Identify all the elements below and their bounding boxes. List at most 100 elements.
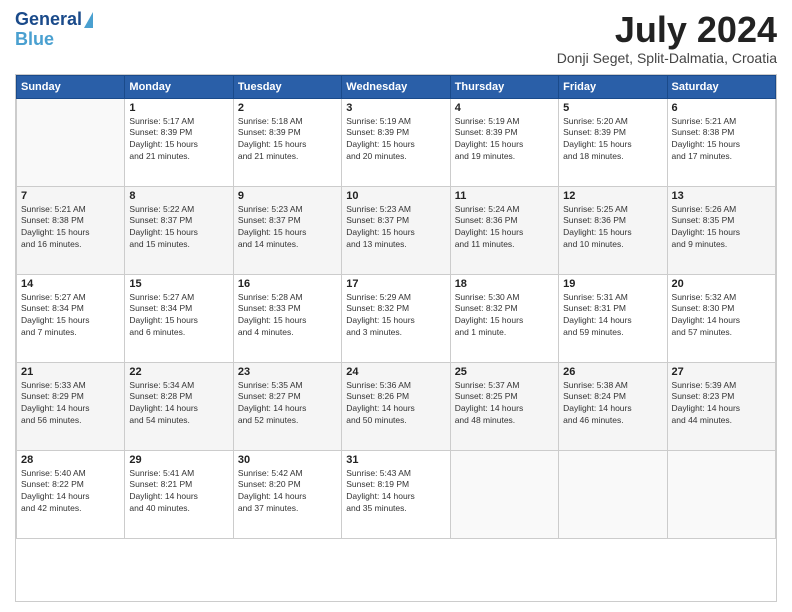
logo-triangle-icon — [84, 12, 93, 28]
calendar-cell: 30 Sunrise: 5:42 AM Sunset: 8:20 PM Dayli… — [233, 450, 341, 538]
calendar: Sunday Monday Tuesday Wednesday Thursday… — [15, 74, 777, 602]
calendar-cell — [667, 450, 775, 538]
calendar-cell: 28Sunrise: 5:40 AM Sunset: 8:22 PM Dayli… — [17, 450, 125, 538]
day-number: 7 — [21, 190, 120, 202]
cell-info: Sunrise: 5:38 AM Sunset: 8:24 PM Dayligh… — [563, 380, 662, 428]
day-number: 31 — [346, 454, 445, 466]
calendar-cell: 12Sunrise: 5:25 AM Sunset: 8:36 PM Dayli… — [559, 186, 667, 274]
calendar-cell: 9 Sunrise: 5:23 AM Sunset: 8:37 PM Daylig… — [233, 186, 341, 274]
day-number: 10 — [346, 190, 445, 202]
page: General Blue July 2024 Donji Seget, Spli… — [0, 0, 792, 612]
day-number: 1 — [129, 102, 228, 114]
calendar-cell: 1 Sunrise: 5:17 AM Sunset: 8:39 PM Daylig… — [125, 98, 233, 186]
header: General Blue July 2024 Donji Seget, Spli… — [15, 10, 777, 66]
calendar-week-row: 28Sunrise: 5:40 AM Sunset: 8:22 PM Dayli… — [17, 450, 776, 538]
cell-info: Sunrise: 5:28 AM Sunset: 8:33 PM Dayligh… — [238, 292, 337, 340]
col-friday: Friday — [559, 75, 667, 98]
calendar-cell: 8 Sunrise: 5:22 AM Sunset: 8:37 PM Daylig… — [125, 186, 233, 274]
calendar-cell — [559, 450, 667, 538]
day-number: 29 — [129, 454, 228, 466]
month-year-title: July 2024 — [557, 10, 777, 50]
calendar-cell: 21 Sunrise: 5:33 AM Sunset: 8:29 PM Dayli… — [17, 362, 125, 450]
calendar-cell: 3Sunrise: 5:19 AM Sunset: 8:39 PM Daylig… — [342, 98, 450, 186]
cell-info: Sunrise: 5:17 AM Sunset: 8:39 PM Dayligh… — [129, 116, 228, 164]
day-number: 26 — [563, 366, 662, 378]
calendar-cell: 15 Sunrise: 5:27 AM Sunset: 8:34 PM Dayli… — [125, 274, 233, 362]
cell-info: Sunrise: 5:36 AM Sunset: 8:26 PM Dayligh… — [346, 380, 445, 428]
cell-info: Sunrise: 5:42 AM Sunset: 8:20 PM Dayligh… — [238, 468, 337, 516]
calendar-cell: 14Sunrise: 5:27 AM Sunset: 8:34 PM Dayli… — [17, 274, 125, 362]
day-number: 21 — [21, 366, 120, 378]
day-number: 19 — [563, 278, 662, 290]
calendar-week-row: 14Sunrise: 5:27 AM Sunset: 8:34 PM Dayli… — [17, 274, 776, 362]
cell-info: Sunrise: 5:22 AM Sunset: 8:37 PM Dayligh… — [129, 204, 228, 252]
cell-info: Sunrise: 5:27 AM Sunset: 8:34 PM Dayligh… — [129, 292, 228, 340]
day-number: 27 — [672, 366, 771, 378]
day-number: 13 — [672, 190, 771, 202]
cell-info: Sunrise: 5:43 AM Sunset: 8:19 PM Dayligh… — [346, 468, 445, 516]
calendar-cell: 7 Sunrise: 5:21 AM Sunset: 8:38 PM Daylig… — [17, 186, 125, 274]
calendar-cell: 20 Sunrise: 5:32 AM Sunset: 8:30 PM Dayli… — [667, 274, 775, 362]
cell-info: Sunrise: 5:32 AM Sunset: 8:30 PM Dayligh… — [672, 292, 771, 340]
col-saturday: Saturday — [667, 75, 775, 98]
cell-info: Sunrise: 5:21 AM Sunset: 8:38 PM Dayligh… — [21, 204, 120, 252]
calendar-cell: 22 Sunrise: 5:34 AM Sunset: 8:28 PM Dayli… — [125, 362, 233, 450]
day-number: 8 — [129, 190, 228, 202]
calendar-body: 1 Sunrise: 5:17 AM Sunset: 8:39 PM Daylig… — [17, 98, 776, 538]
cell-info: Sunrise: 5:39 AM Sunset: 8:23 PM Dayligh… — [672, 380, 771, 428]
calendar-cell: 11Sunrise: 5:24 AM Sunset: 8:36 PM Dayli… — [450, 186, 558, 274]
cell-info: Sunrise: 5:26 AM Sunset: 8:35 PM Dayligh… — [672, 204, 771, 252]
calendar-cell: 5 Sunrise: 5:20 AM Sunset: 8:39 PM Daylig… — [559, 98, 667, 186]
day-number: 23 — [238, 366, 337, 378]
calendar-week-row: 7 Sunrise: 5:21 AM Sunset: 8:38 PM Daylig… — [17, 186, 776, 274]
col-thursday: Thursday — [450, 75, 558, 98]
cell-info: Sunrise: 5:31 AM Sunset: 8:31 PM Dayligh… — [563, 292, 662, 340]
cell-info: Sunrise: 5:23 AM Sunset: 8:37 PM Dayligh… — [346, 204, 445, 252]
logo-text: General — [15, 10, 93, 30]
day-number: 5 — [563, 102, 662, 114]
day-number: 22 — [129, 366, 228, 378]
cell-info: Sunrise: 5:18 AM Sunset: 8:39 PM Dayligh… — [238, 116, 337, 164]
cell-info: Sunrise: 5:41 AM Sunset: 8:21 PM Dayligh… — [129, 468, 228, 516]
calendar-cell: 6Sunrise: 5:21 AM Sunset: 8:38 PM Daylig… — [667, 98, 775, 186]
cell-info: Sunrise: 5:34 AM Sunset: 8:28 PM Dayligh… — [129, 380, 228, 428]
cell-info: Sunrise: 5:19 AM Sunset: 8:39 PM Dayligh… — [455, 116, 554, 164]
calendar-cell: 23 Sunrise: 5:35 AM Sunset: 8:27 PM Dayli… — [233, 362, 341, 450]
cell-info: Sunrise: 5:29 AM Sunset: 8:32 PM Dayligh… — [346, 292, 445, 340]
col-monday: Monday — [125, 75, 233, 98]
calendar-cell — [17, 98, 125, 186]
cell-info: Sunrise: 5:21 AM Sunset: 8:38 PM Dayligh… — [672, 116, 771, 164]
cell-info: Sunrise: 5:23 AM Sunset: 8:37 PM Dayligh… — [238, 204, 337, 252]
calendar-week-row: 21 Sunrise: 5:33 AM Sunset: 8:29 PM Dayli… — [17, 362, 776, 450]
calendar-cell: 25Sunrise: 5:37 AM Sunset: 8:25 PM Dayli… — [450, 362, 558, 450]
cell-info: Sunrise: 5:33 AM Sunset: 8:29 PM Dayligh… — [21, 380, 120, 428]
col-wednesday: Wednesday — [342, 75, 450, 98]
calendar-cell: 10 Sunrise: 5:23 AM Sunset: 8:37 PM Dayli… — [342, 186, 450, 274]
day-number: 28 — [21, 454, 120, 466]
calendar-cell: 17Sunrise: 5:29 AM Sunset: 8:32 PM Dayli… — [342, 274, 450, 362]
day-number: 9 — [238, 190, 337, 202]
calendar-cell — [450, 450, 558, 538]
day-number: 20 — [672, 278, 771, 290]
cell-info: Sunrise: 5:37 AM Sunset: 8:25 PM Dayligh… — [455, 380, 554, 428]
calendar-header: Sunday Monday Tuesday Wednesday Thursday… — [17, 75, 776, 98]
cell-info: Sunrise: 5:25 AM Sunset: 8:36 PM Dayligh… — [563, 204, 662, 252]
logo: General Blue — [15, 10, 93, 50]
day-number: 18 — [455, 278, 554, 290]
calendar-cell: 4 Sunrise: 5:19 AM Sunset: 8:39 PM Daylig… — [450, 98, 558, 186]
day-number: 2 — [238, 102, 337, 114]
cell-info: Sunrise: 5:35 AM Sunset: 8:27 PM Dayligh… — [238, 380, 337, 428]
calendar-cell: 24Sunrise: 5:36 AM Sunset: 8:26 PM Dayli… — [342, 362, 450, 450]
title-block: July 2024 Donji Seget, Split-Dalmatia, C… — [557, 10, 777, 66]
calendar-cell: 19 Sunrise: 5:31 AM Sunset: 8:31 PM Dayli… — [559, 274, 667, 362]
calendar-cell: 13 Sunrise: 5:26 AM Sunset: 8:35 PM Dayli… — [667, 186, 775, 274]
day-number: 4 — [455, 102, 554, 114]
day-number: 30 — [238, 454, 337, 466]
day-number: 15 — [129, 278, 228, 290]
calendar-week-row: 1 Sunrise: 5:17 AM Sunset: 8:39 PM Daylig… — [17, 98, 776, 186]
calendar-cell: 16Sunrise: 5:28 AM Sunset: 8:33 PM Dayli… — [233, 274, 341, 362]
cell-info: Sunrise: 5:30 AM Sunset: 8:32 PM Dayligh… — [455, 292, 554, 340]
cell-info: Sunrise: 5:20 AM Sunset: 8:39 PM Dayligh… — [563, 116, 662, 164]
cell-info: Sunrise: 5:24 AM Sunset: 8:36 PM Dayligh… — [455, 204, 554, 252]
calendar-cell: 26 Sunrise: 5:38 AM Sunset: 8:24 PM Dayli… — [559, 362, 667, 450]
